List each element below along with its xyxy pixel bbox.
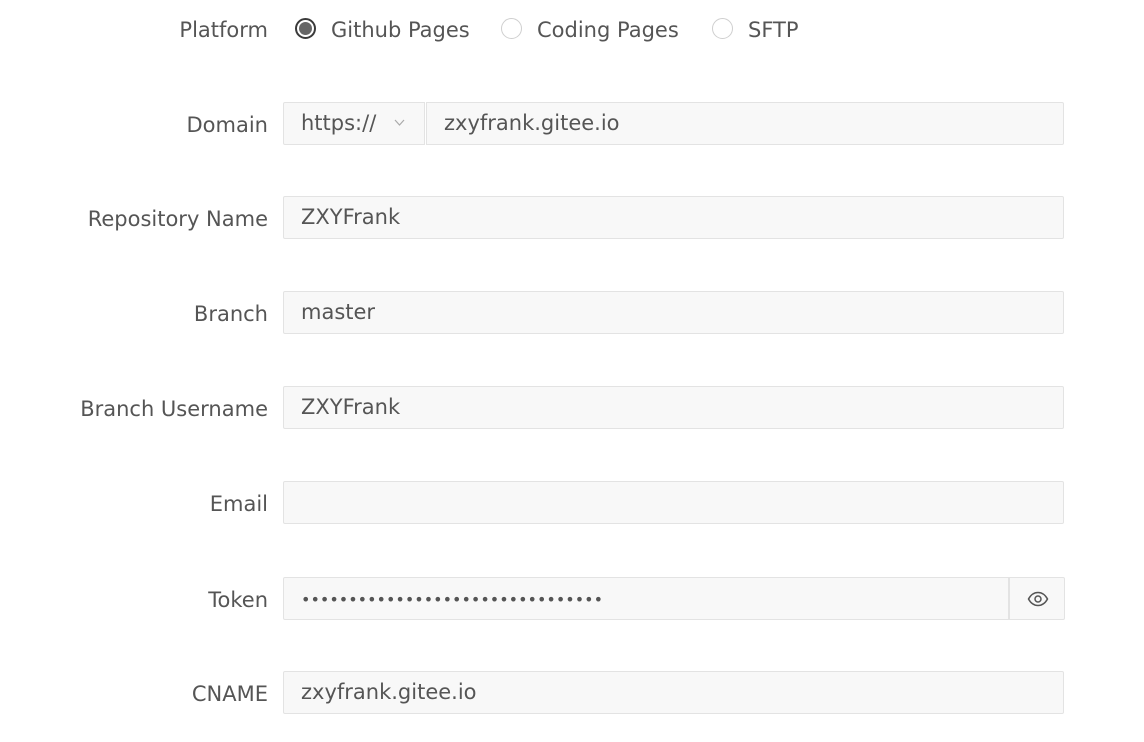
domain-row: Domain https:// zxyfrank.gitee.io	[0, 102, 1144, 148]
branch-username-label: Branch Username	[80, 397, 268, 421]
repository-row: Repository Name ZXYFrank	[0, 196, 1144, 242]
radio-checked-icon	[295, 18, 316, 39]
cname-row: CNAME zxyfrank.gitee.io	[0, 671, 1144, 717]
token-input[interactable]: ••••••••••••••••••••••••••••••••	[283, 577, 1009, 620]
token-row: Token ••••••••••••••••••••••••••••••••	[0, 577, 1144, 623]
branch-username-row: Branch Username ZXYFrank	[0, 386, 1144, 432]
repository-name-input[interactable]: ZXYFrank	[283, 196, 1064, 239]
radio-label: Coding Pages	[537, 18, 679, 42]
branch-input[interactable]: master	[283, 291, 1064, 334]
email-label: Email	[209, 492, 268, 516]
eye-icon	[1027, 591, 1049, 607]
radio-label: SFTP	[748, 18, 799, 42]
token-label: Token	[208, 588, 268, 612]
radio-unchecked-icon	[712, 18, 733, 39]
radio-label: Github Pages	[331, 18, 470, 42]
branch-username-input[interactable]: ZXYFrank	[283, 386, 1064, 429]
toggle-token-visibility-button[interactable]	[1009, 577, 1065, 620]
cname-label: CNAME	[191, 682, 268, 706]
radio-unchecked-icon	[501, 18, 522, 39]
cname-input[interactable]: zxyfrank.gitee.io	[283, 671, 1064, 714]
repository-label: Repository Name	[87, 207, 268, 231]
branch-row: Branch master	[0, 291, 1144, 337]
token-value: ••••••••••••••••••••••••••••••••	[301, 590, 603, 609]
protocol-value: https://	[301, 111, 377, 135]
domain-input[interactable]: zxyfrank.gitee.io	[426, 102, 1064, 145]
email-input[interactable]	[283, 481, 1064, 524]
domain-label: Domain	[186, 113, 269, 137]
platform-label: Platform	[179, 18, 268, 42]
email-row: Email	[0, 481, 1144, 527]
branch-label: Branch	[193, 302, 268, 326]
chevron-down-icon	[394, 119, 405, 126]
protocol-select[interactable]: https://	[283, 102, 425, 145]
